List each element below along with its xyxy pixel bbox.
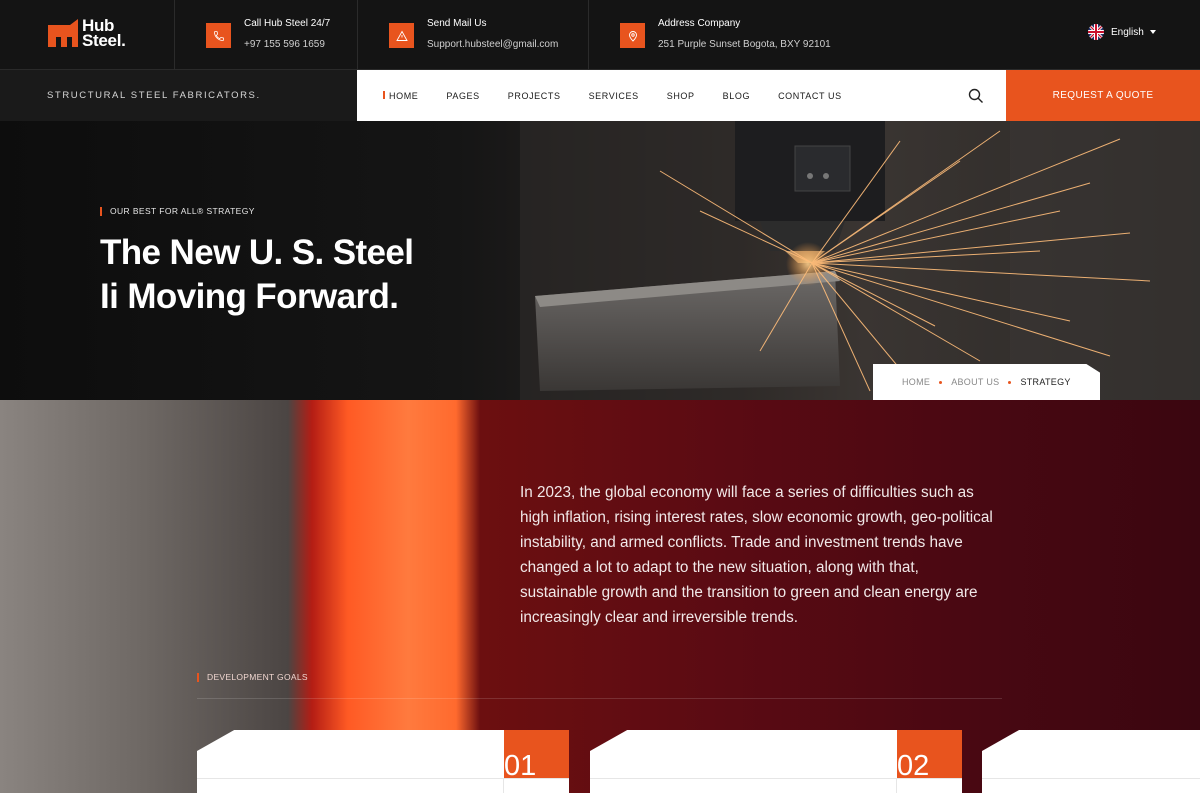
language-label: English bbox=[1111, 26, 1144, 38]
navigation-row: STRUCTURAL STEEL FABRICATORS. HOME PAGES… bbox=[0, 70, 1200, 121]
nav-item-pages[interactable]: PAGES bbox=[446, 91, 479, 101]
breadcrumb-current: STRATEGY bbox=[1020, 377, 1071, 387]
location-pin-icon bbox=[620, 23, 645, 48]
contact-mail[interactable]: Send Mail Us Support.hubsteel@gmail.com bbox=[389, 17, 558, 51]
nav-item-home-label: HOME bbox=[389, 90, 419, 101]
card-divider bbox=[896, 778, 897, 793]
contact-address-title: Address Company bbox=[658, 18, 741, 29]
uk-flag-icon bbox=[1088, 24, 1104, 40]
nav-item-blog[interactable]: BLOG bbox=[723, 91, 750, 101]
accent-bar bbox=[197, 672, 199, 682]
nav-menu: HOME PAGES PROJECTS SERVICES SHOP BLOG C… bbox=[383, 70, 870, 121]
contact-phone-value: +97 155 596 1659 bbox=[244, 39, 325, 50]
goal-card[interactable] bbox=[982, 730, 1200, 793]
hero-eyebrow: OUR BEST FOR ALL® STRATEGY bbox=[100, 206, 255, 216]
development-goals-text: DEVELOPMENT GOALS bbox=[207, 672, 308, 682]
goal-card[interactable]: 02 bbox=[590, 730, 962, 793]
logo-text: Hub Steel. bbox=[82, 17, 126, 50]
top-bar: Hub Steel. Call Hub Steel 24/7 +97 155 5… bbox=[0, 0, 1200, 70]
main-nav: HOME PAGES PROJECTS SERVICES SHOP BLOG C… bbox=[357, 70, 1006, 121]
goal-card[interactable]: 01 bbox=[197, 730, 569, 793]
contact-address[interactable]: Address Company 251 Purple Sunset Bogota… bbox=[620, 17, 831, 51]
breadcrumb-home[interactable]: HOME bbox=[902, 377, 930, 387]
contact-address-value: 251 Purple Sunset Bogota, BXY 92101 bbox=[658, 39, 831, 50]
page-title-line1: The New U. S. Steel bbox=[100, 233, 414, 272]
breadcrumb-about-us[interactable]: ABOUT US bbox=[951, 377, 999, 387]
section-divider bbox=[197, 698, 1002, 699]
logo-icon bbox=[48, 19, 78, 47]
development-goals-label: DEVELOPMENT GOALS bbox=[197, 672, 308, 682]
contact-mail-title: Send Mail Us bbox=[427, 18, 487, 29]
hero-eyebrow-text: OUR BEST FOR ALL® STRATEGY bbox=[110, 206, 255, 216]
card-divider bbox=[590, 778, 962, 779]
language-selector[interactable]: English bbox=[1088, 24, 1156, 40]
accent-bar bbox=[100, 206, 102, 216]
logo-line2: Steel. bbox=[82, 31, 126, 50]
tagline: STRUCTURAL STEEL FABRICATORS. bbox=[0, 70, 357, 121]
card-divider bbox=[503, 778, 504, 793]
card-divider bbox=[197, 778, 569, 779]
breadcrumb-separator bbox=[939, 380, 943, 384]
goal-card-number: 01 bbox=[504, 730, 569, 781]
nav-item-contact-us[interactable]: CONTACT US bbox=[778, 91, 842, 101]
page-title: The New U. S. Steel Ii Moving Forward. bbox=[100, 231, 414, 319]
active-marker bbox=[383, 90, 385, 99]
request-quote-button[interactable]: REQUEST A QUOTE bbox=[1006, 70, 1200, 121]
chevron-down-icon bbox=[1149, 30, 1156, 34]
nav-item-home[interactable]: HOME bbox=[383, 90, 419, 101]
divider bbox=[588, 0, 589, 70]
breadcrumb: HOME ABOUT US STRATEGY bbox=[873, 364, 1100, 400]
phone-icon bbox=[206, 23, 231, 48]
contact-phone-title: Call Hub Steel 24/7 bbox=[244, 18, 331, 29]
search-icon[interactable] bbox=[968, 88, 984, 104]
nav-item-services[interactable]: SERVICES bbox=[589, 91, 639, 101]
contact-phone[interactable]: Call Hub Steel 24/7 +97 155 596 1659 bbox=[206, 17, 330, 51]
hero-banner: OUR BEST FOR ALL® STRATEGY The New U. S.… bbox=[0, 121, 1200, 400]
page-title-line2: Ii Moving Forward. bbox=[100, 277, 399, 316]
divider bbox=[357, 0, 358, 70]
strategy-paragraph: In 2023, the global economy will face a … bbox=[520, 484, 993, 626]
goal-card-number: 02 bbox=[897, 730, 962, 781]
divider bbox=[174, 0, 175, 70]
breadcrumb-separator bbox=[1008, 380, 1012, 384]
card-divider bbox=[982, 778, 1200, 779]
logo[interactable]: Hub Steel. bbox=[48, 17, 126, 50]
mail-icon bbox=[389, 23, 414, 48]
contact-mail-value: Support.hubsteel@gmail.com bbox=[427, 39, 559, 50]
strategy-section: In 2023, the global economy will face a … bbox=[0, 400, 1200, 793]
nav-item-shop[interactable]: SHOP bbox=[667, 91, 695, 101]
nav-item-projects[interactable]: PROJECTS bbox=[508, 91, 561, 101]
